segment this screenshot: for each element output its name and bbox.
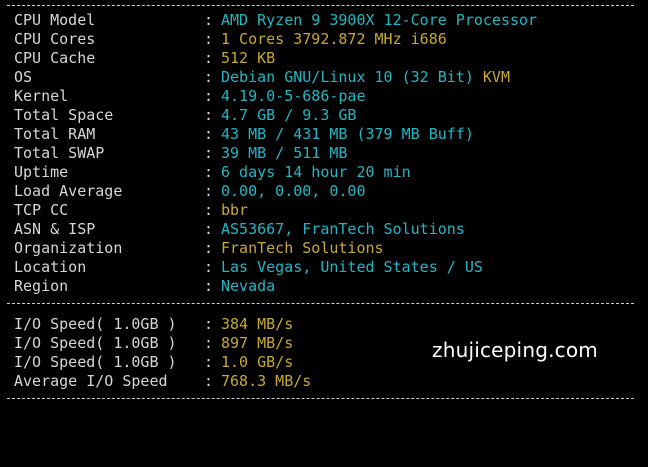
ram-total: 431 MB [293, 125, 348, 143]
value-uptime: 6 days 14 hour 20 min [221, 163, 411, 181]
row-io-speed-2: I/O Speed( 1.0GB ) : 897 MB/s [14, 334, 293, 353]
colon: : [204, 239, 214, 257]
ram-used: 43 MB [221, 125, 267, 143]
label-os: OS [14, 68, 33, 86]
row-load-average: Load Average : 0.00, 0.00, 0.00 [14, 182, 366, 201]
colon: : [204, 125, 214, 143]
label-io-speed: I/O Speed( 1.0GB ) [14, 353, 177, 371]
row-cpu-cores: CPU Cores : 1 Cores 3792.872 MHz i686 [14, 30, 447, 49]
watermark-text: zhujiceping.com [432, 338, 598, 362]
swap-total: 511 MB [293, 144, 348, 162]
label-cpu-cores: CPU Cores [14, 30, 96, 48]
label-total-space: Total Space [14, 106, 114, 124]
row-asn-isp: ASN & ISP : AS53667, FranTech Solutions [14, 220, 465, 239]
value-cpu-cores: 1 Cores 3792.872 MHz i686 [221, 30, 447, 48]
label-load-average: Load Average [14, 182, 123, 200]
value-kernel: 4.19.0-5-686-pae [221, 87, 366, 105]
colon: : [204, 106, 214, 124]
row-location: Location : Las Vegas, United States / US [14, 258, 483, 277]
row-organization: Organization : FranTech Solutions [14, 239, 384, 258]
label-kernel: Kernel [14, 87, 69, 105]
label-total-swap: Total SWAP [14, 144, 105, 162]
dashed-separator-top [7, 5, 634, 6]
row-total-ram: Total RAM : 43 MB / 431 MB (379 MB Buff) [14, 125, 474, 144]
colon: : [204, 87, 214, 105]
label-organization: Organization [14, 239, 123, 257]
value-io-speed: 1.0 GB/s [221, 353, 294, 371]
label-tcp-cc: TCP CC [14, 201, 69, 219]
os-virtualization: KVM [482, 68, 510, 86]
row-kernel: Kernel : 4.19.0-5-686-pae [14, 87, 366, 106]
label-io-speed: I/O Speed( 1.0GB ) [14, 334, 177, 352]
terminal-window: CPU Model : AMD Ryzen 9 3900X 12-Core Pr… [0, 0, 648, 408]
colon: : [204, 258, 214, 276]
dashed-separator-bottom [7, 398, 634, 399]
space-used: 4.7 GB [221, 106, 276, 124]
value-cpu-cache: 512 KB [221, 49, 276, 67]
colon: : [204, 11, 214, 29]
colon: : [204, 30, 214, 48]
value-location: Las Vegas, United States / US [221, 258, 483, 276]
value-average-io-speed: 768.3 MB/s [221, 372, 312, 390]
colon: : [204, 182, 214, 200]
row-total-swap: Total SWAP : 39 MB / 511 MB [14, 144, 347, 163]
os-name: Debian GNU/Linux 10 (32 Bit) [221, 68, 474, 86]
label-cpu-cache: CPU Cache [14, 49, 96, 67]
row-region: Region : Nevada [14, 277, 275, 296]
colon: : [204, 201, 214, 219]
value-asn-isp: AS53667, FranTech Solutions [221, 220, 465, 238]
colon: : [204, 334, 214, 352]
value-cpu-model: AMD Ryzen 9 3900X 12-Core Processor [221, 11, 538, 29]
label-location: Location [14, 258, 87, 276]
dashed-separator-middle [7, 303, 634, 304]
row-os: OS : Debian GNU/Linux 10 (32 Bit) KVM [14, 68, 510, 87]
value-total-ram: 43 MB / 431 MB (379 MB Buff) [221, 125, 474, 144]
label-average-io-speed: Average I/O Speed [14, 372, 168, 390]
row-io-speed-1: I/O Speed( 1.0GB ) : 384 MB/s [14, 315, 293, 334]
row-total-space: Total Space : 4.7 GB / 9.3 GB [14, 106, 356, 125]
label-asn-isp: ASN & ISP [14, 220, 96, 238]
ram-separator: / [266, 125, 294, 143]
swap-used: 39 MB [221, 144, 267, 162]
row-cpu-cache: CPU Cache : 512 KB [14, 49, 275, 68]
value-load-average: 0.00, 0.00, 0.00 [221, 182, 366, 200]
label-total-ram: Total RAM [14, 125, 96, 143]
value-io-speed: 384 MB/s [221, 315, 294, 333]
ram-buff: (379 MB Buff) [356, 125, 474, 143]
colon: : [204, 277, 214, 295]
value-os: Debian GNU/Linux 10 (32 Bit) KVM [221, 68, 510, 87]
row-tcp-cc: TCP CC : bbr [14, 201, 248, 220]
value-organization: FranTech Solutions [221, 239, 384, 257]
colon: : [204, 372, 214, 390]
row-average-io-speed: Average I/O Speed : 768.3 MB/s [14, 372, 311, 391]
value-region: Nevada [221, 277, 276, 295]
value-total-swap: 39 MB / 511 MB [221, 144, 347, 163]
row-uptime: Uptime : 6 days 14 hour 20 min [14, 163, 411, 182]
label-uptime: Uptime [14, 163, 69, 181]
label-io-speed: I/O Speed( 1.0GB ) [14, 315, 177, 333]
value-total-space: 4.7 GB / 9.3 GB [221, 106, 356, 125]
colon: : [204, 163, 214, 181]
colon: : [204, 144, 214, 162]
colon: : [204, 315, 214, 333]
swap-separator: / [266, 144, 294, 162]
row-io-speed-3: I/O Speed( 1.0GB ) : 1.0 GB/s [14, 353, 293, 372]
value-io-speed: 897 MB/s [221, 334, 294, 352]
label-region: Region [14, 277, 69, 295]
value-tcp-cc: bbr [221, 201, 249, 219]
colon: : [204, 220, 214, 238]
colon: : [204, 49, 214, 67]
space-separator: / [275, 106, 303, 124]
colon: : [204, 353, 214, 371]
space-total: 9.3 GB [302, 106, 357, 124]
row-cpu-model: CPU Model : AMD Ryzen 9 3900X 12-Core Pr… [14, 11, 537, 30]
colon: : [204, 68, 214, 86]
label-cpu-model: CPU Model [14, 11, 96, 29]
